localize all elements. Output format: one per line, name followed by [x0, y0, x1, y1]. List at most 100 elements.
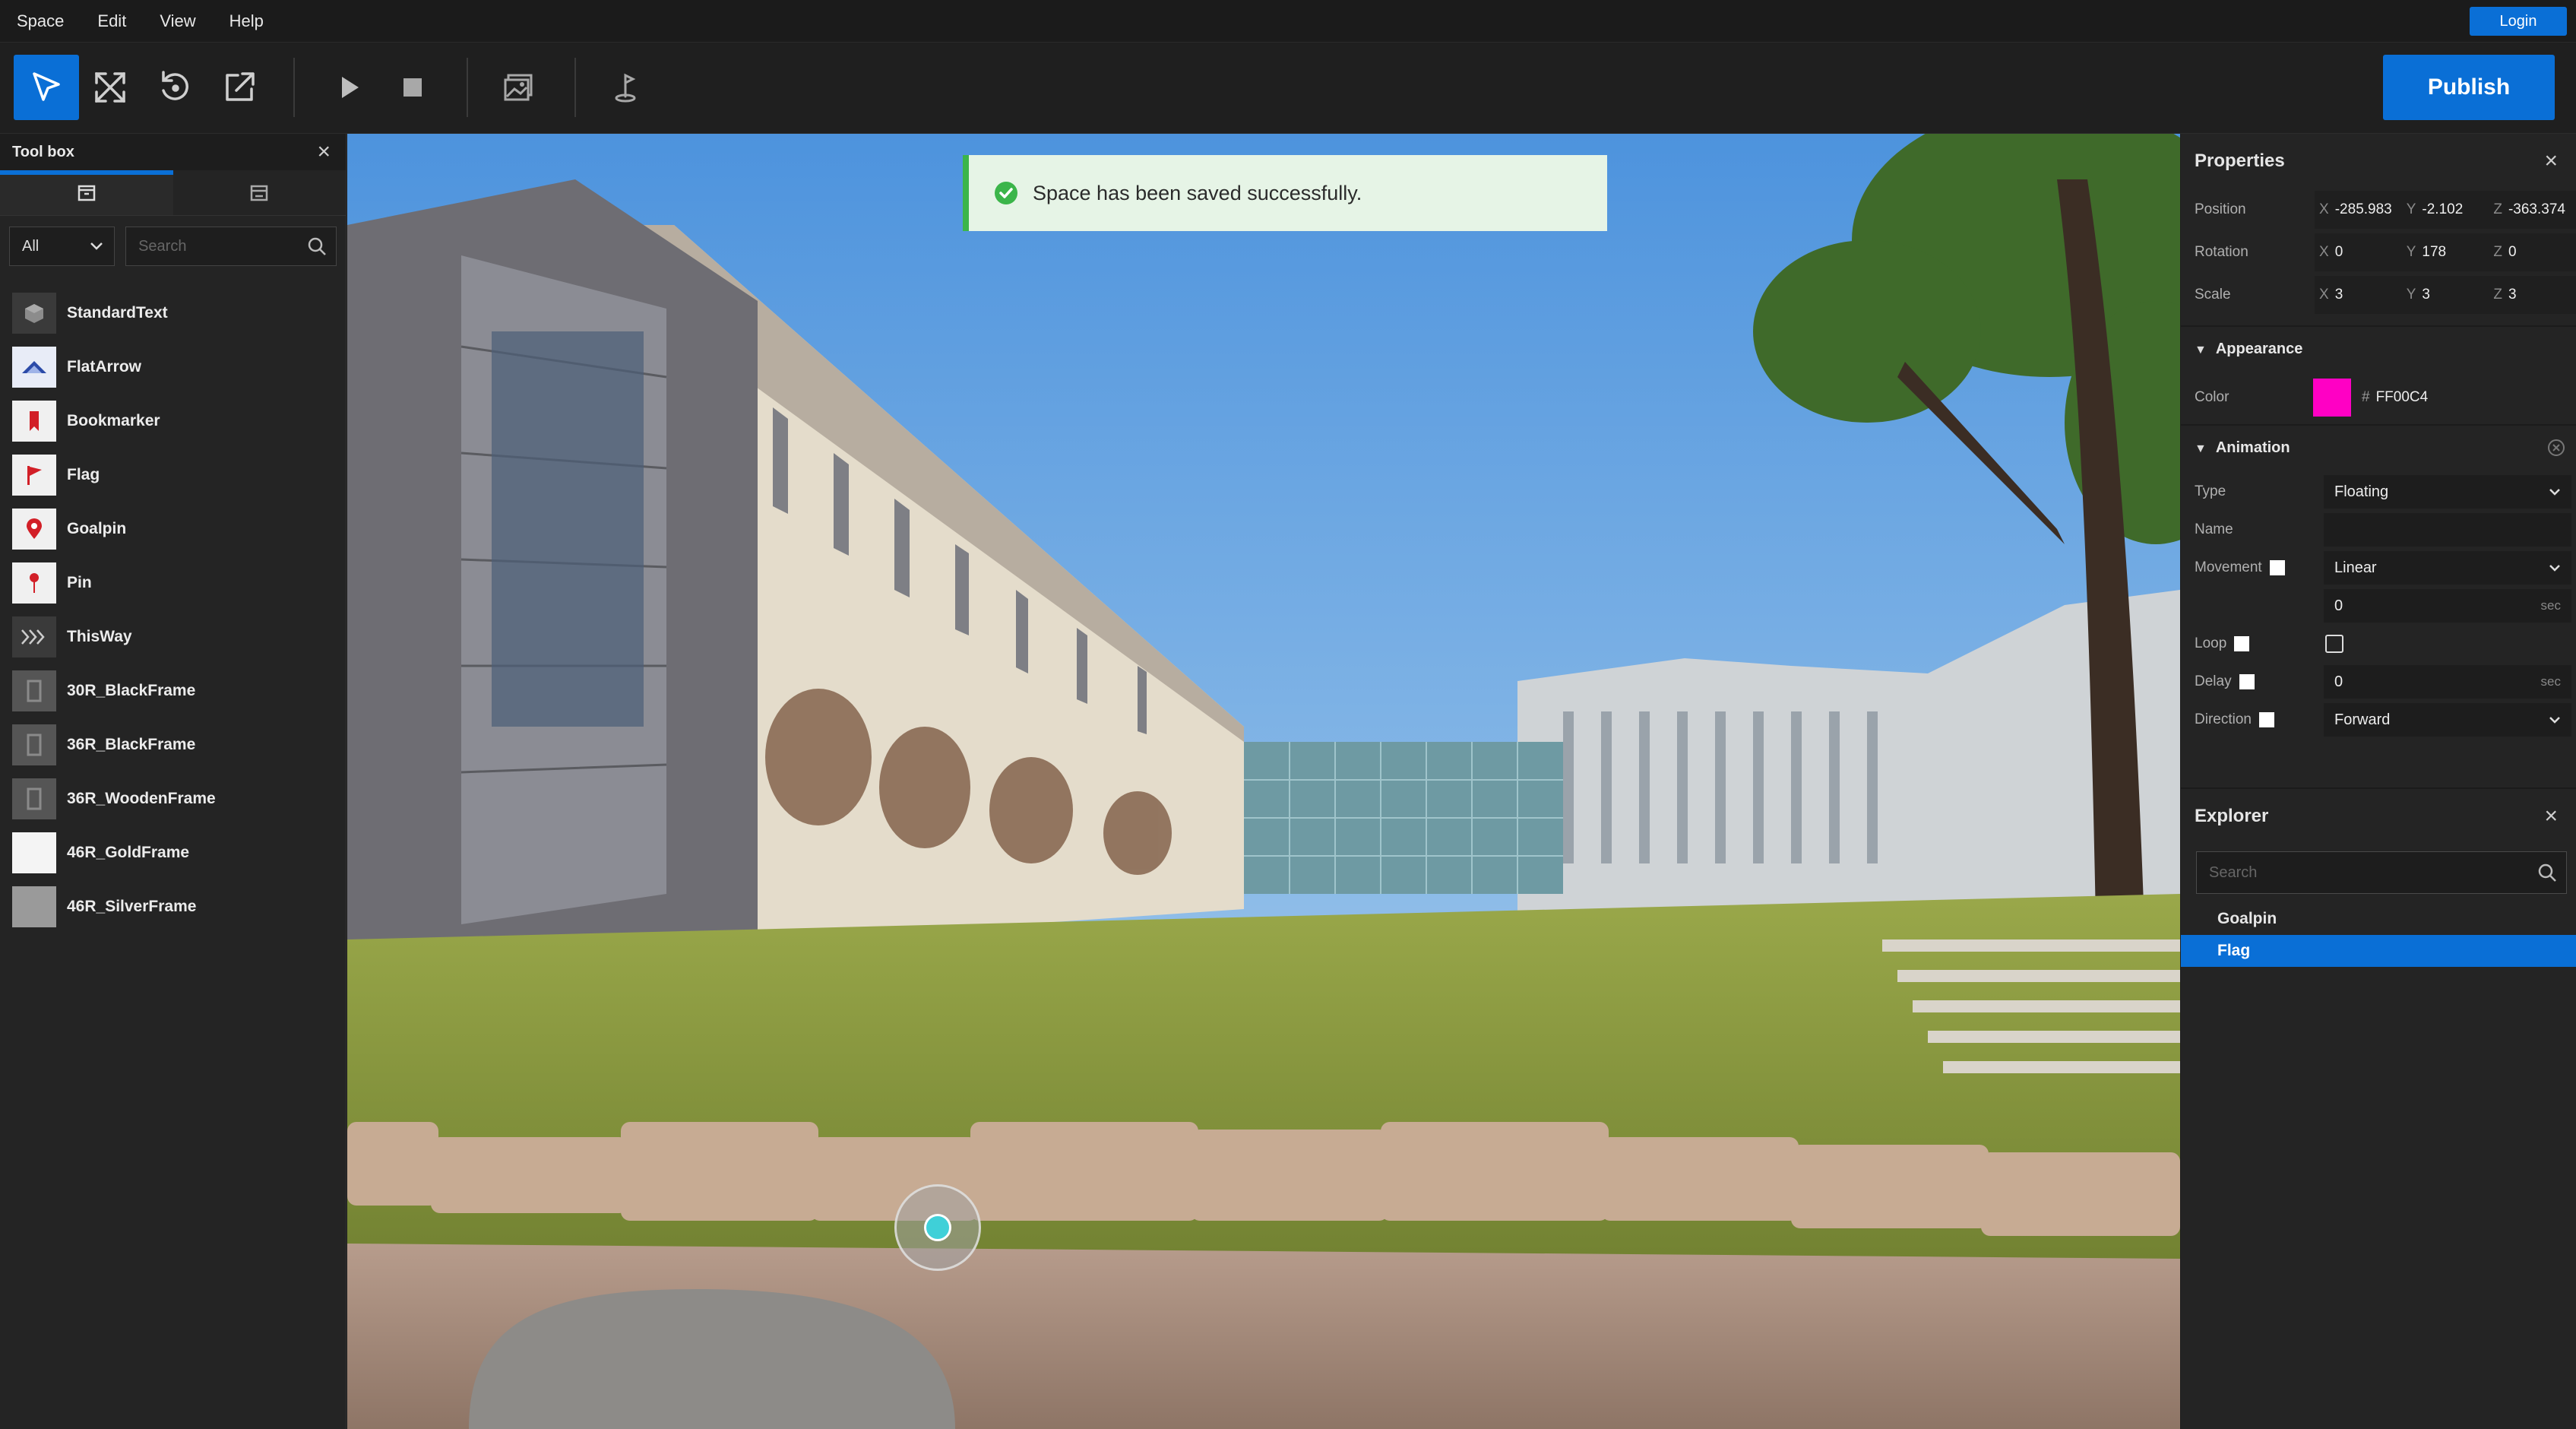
toolbox-item-label: ThisWay — [67, 627, 132, 645]
publish-button[interactable]: Publish — [2383, 55, 2555, 120]
color-hex-field[interactable]: FF00C4 — [2376, 389, 2429, 406]
delay-input[interactable]: 0 sec — [2324, 665, 2571, 699]
position-x-field[interactable]: X -285.983 — [2315, 191, 2402, 229]
login-button[interactable]: Login — [2470, 7, 2567, 36]
delay-row: Delay 0 sec — [2181, 663, 2576, 701]
scale-y-field[interactable]: Y3 — [2401, 276, 2489, 314]
search-icon[interactable] — [307, 236, 327, 256]
toolbox-item-pin[interactable]: Pin — [0, 556, 346, 610]
toolbox-item-36r_woodenframe[interactable]: 36R_WoodenFrame — [0, 772, 346, 825]
toolbox-item-label: Bookmarker — [67, 411, 160, 429]
toolbox-panel: Tool box × All StandardText FlatArrow Book… — [0, 134, 347, 1429]
appearance-section-header[interactable]: ▼ Appearance — [2181, 325, 2576, 371]
search-icon[interactable] — [2537, 863, 2557, 882]
toolbox-item-46r_silverframe[interactable]: 46R_SilverFrame — [0, 879, 346, 933]
explorer-search-input[interactable] — [2209, 863, 2513, 882]
loop-row: Loop — [2181, 625, 2576, 663]
duration-input[interactable]: 0 sec — [2324, 589, 2571, 623]
toolbox-item-goalpin[interactable]: Goalpin — [0, 502, 346, 556]
menu-edit[interactable]: Edit — [97, 11, 126, 31]
toolbox-item-36r_blackframe[interactable]: 36R_BlackFrame — [0, 718, 346, 772]
navigation-hotspot[interactable] — [894, 1184, 981, 1271]
movement-label: Movement — [2195, 559, 2262, 575]
rotation-z-field[interactable]: Z0 — [2489, 233, 2576, 271]
loop-checkbox[interactable] — [2325, 635, 2343, 653]
frame-icon — [12, 778, 56, 819]
flag-icon — [12, 454, 56, 496]
remove-animation-icon[interactable] — [2547, 439, 2565, 457]
explorer-panel: Explorer × GoalpinFlag — [2181, 787, 2576, 1429]
menu-help[interactable]: Help — [229, 11, 264, 31]
toolbox-item-flatarrow[interactable]: FlatArrow — [0, 340, 346, 394]
frame-icon — [12, 832, 56, 873]
rotation-x-field[interactable]: X0 — [2315, 233, 2402, 271]
direction-select[interactable]: Forward — [2324, 703, 2571, 737]
movement-select[interactable]: Linear — [2324, 551, 2571, 585]
play-button[interactable] — [316, 55, 381, 120]
loop-mini-checkbox[interactable] — [2234, 636, 2250, 651]
position-label: Position — [2195, 201, 2246, 217]
check-circle-icon — [995, 182, 1017, 204]
toolbox-item-standardtext[interactable]: StandardText — [0, 286, 346, 340]
tab-media[interactable] — [173, 170, 347, 215]
animation-section-header[interactable]: ▼ Animation — [2181, 424, 2576, 470]
explorer-item-goalpin[interactable]: Goalpin — [2181, 903, 2576, 935]
explorer-item-flag[interactable]: Flag — [2181, 935, 2576, 967]
menu-view[interactable]: View — [160, 11, 195, 31]
toolbox-item-thisway[interactable]: ThisWay — [0, 610, 346, 664]
toolbar: Publish — [0, 43, 2576, 134]
close-icon[interactable]: × — [2544, 150, 2558, 173]
bookmark-icon — [12, 400, 56, 442]
frame-icon — [12, 724, 56, 765]
toolbox-item-label: Pin — [67, 573, 92, 591]
category-select[interactable]: All — [9, 227, 116, 266]
explorer-search-box — [2196, 851, 2567, 894]
toolbox-item-46r_goldframe[interactable]: 46R_GoldFrame — [0, 825, 346, 879]
toolbox-item-label: StandardText — [67, 303, 168, 322]
rotation-row: Rotation X0 Y 178 Z0 — [2181, 231, 2576, 274]
export-tool-button[interactable] — [207, 55, 272, 120]
direction-checkbox[interactable] — [2258, 712, 2274, 727]
color-swatch[interactable] — [2313, 379, 2351, 417]
tab-objects[interactable] — [0, 170, 173, 215]
toolbox-item-label: 46R_SilverFrame — [67, 897, 197, 915]
rotate-tool-button[interactable] — [143, 55, 208, 120]
toolbox-item-bookmarker[interactable]: Bookmarker — [0, 394, 346, 448]
image-tool-button[interactable] — [486, 55, 552, 120]
toolbox-item-flag[interactable]: Flag — [0, 448, 346, 502]
cube-icon — [12, 292, 56, 334]
scale-x-field[interactable]: X3 — [2315, 276, 2402, 314]
movement-checkbox[interactable] — [2269, 560, 2285, 575]
position-y-field[interactable]: Y -2.102 — [2401, 191, 2489, 229]
menu-space[interactable]: Space — [17, 11, 64, 31]
objects-tab-icon — [78, 185, 95, 201]
toolbox-list: StandardText FlatArrow Bookmarker Flag Goalp… — [0, 277, 346, 933]
delay-checkbox[interactable] — [2239, 674, 2255, 689]
close-icon[interactable]: × — [2544, 805, 2558, 828]
toolbox-item-label: 36R_BlackFrame — [67, 735, 196, 753]
hash-symbol: # — [2362, 389, 2370, 405]
position-z-field[interactable]: Z -363.374 — [2489, 191, 2576, 229]
scene-viewport[interactable]: Space has been saved successfully. — [347, 134, 2180, 1429]
color-row: Color # FF00C4 — [2181, 371, 2576, 424]
rotation-y-field[interactable]: Y 178 — [2401, 233, 2489, 271]
scale-row: Scale X3 Y3 Z3 — [2181, 274, 2576, 316]
explorer-header: Explorer × — [2181, 789, 2576, 844]
toolbox-search-input[interactable] — [138, 237, 291, 255]
loop-label: Loop — [2195, 635, 2227, 651]
animation-type-select[interactable]: Floating — [2324, 475, 2571, 509]
properties-title: Properties — [2195, 151, 2285, 171]
properties-panel: Properties × Position X -285.983 Y -2.102 … — [2181, 134, 2576, 787]
toolbox-item-30r_blackframe[interactable]: 30R_BlackFrame — [0, 664, 346, 718]
hotspot-tool-button[interactable] — [594, 55, 660, 120]
frame-icon — [12, 886, 56, 927]
appearance-title: Appearance — [2215, 340, 2303, 357]
toolbar-separator — [574, 58, 576, 117]
stop-button[interactable] — [380, 55, 445, 120]
scale-tool-button[interactable] — [78, 55, 143, 120]
scale-z-field[interactable]: Z3 — [2489, 276, 2576, 314]
close-icon[interactable]: × — [317, 141, 331, 163]
select-icon — [33, 72, 60, 101]
select-tool-button[interactable] — [14, 55, 79, 120]
animation-name-input[interactable] — [2324, 513, 2571, 547]
